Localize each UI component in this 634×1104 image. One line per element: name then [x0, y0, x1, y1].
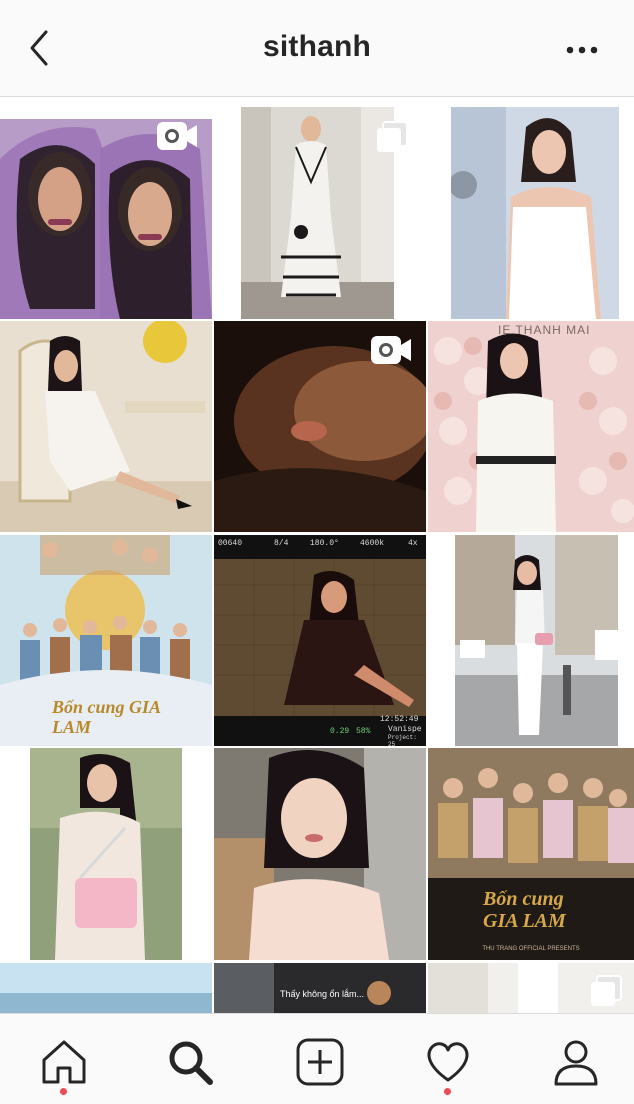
post-tile-2[interactable]: [241, 107, 394, 319]
posts-grid[interactable]: IE THANH MAI Bốn cung GIA LAM 00640 8/4 …: [0, 107, 634, 1013]
camera-hud-top: 00640 8/4 180.0° 4600k 4x: [218, 539, 422, 553]
person-icon[interactable]: [546, 1032, 606, 1092]
post-image: [0, 321, 212, 532]
post-tile-10[interactable]: [30, 748, 182, 960]
post-image: [241, 107, 394, 319]
carousel-icon: [377, 121, 408, 152]
heart-icon[interactable]: [418, 1032, 478, 1092]
more-horizontal-icon[interactable]: [562, 40, 602, 60]
hud-value: Project: 25: [388, 734, 417, 746]
post-tile-11[interactable]: [214, 748, 426, 960]
post-image: [428, 321, 634, 532]
activity-notification-dot: [444, 1088, 451, 1095]
hud-value: Vanispe: [388, 725, 422, 734]
camera-hud-bottom: 0.29 58% 12:52:49 Vanispe Project: 25: [218, 715, 424, 746]
plus-square-icon[interactable]: [290, 1032, 350, 1092]
home-notification-dot: [60, 1088, 67, 1095]
bottom-tab-bar: [0, 1013, 634, 1104]
hud-value: 180.0°: [310, 539, 339, 548]
home-icon[interactable]: [34, 1032, 94, 1092]
profile-header: sithanh: [0, 0, 634, 97]
post-tile-14[interactable]: Thấy không ổn lắm...: [214, 963, 426, 1013]
overlay-text: Bốn cung GIA LAM: [52, 697, 161, 737]
post-image: [455, 535, 618, 746]
post-image: [0, 963, 212, 1013]
hud-value: 58%: [356, 727, 371, 736]
hud-value: 4600k: [360, 539, 385, 548]
hud-value: 8/4: [274, 539, 289, 548]
post-tile-13[interactable]: [0, 963, 212, 1013]
header-divider: [0, 97, 634, 107]
hud-value: 00640: [218, 539, 243, 548]
search-icon[interactable]: [160, 1032, 220, 1092]
post-tile-3[interactable]: [451, 107, 619, 319]
hud-value: 12:52:49: [380, 715, 419, 724]
post-tile-8[interactable]: 00640 8/4 180.0° 4600k 4x 0.29 58% 12:52…: [214, 535, 426, 746]
post-tile-12[interactable]: Bốn cung GIA LAM THU TRANG OFFICIAL PRES…: [428, 748, 634, 960]
hud-value: 4x: [408, 539, 418, 548]
overlay-text: Bốn cung GIA LAM: [483, 888, 566, 932]
video-icon: [157, 122, 197, 150]
post-tile-7[interactable]: Bốn cung GIA LAM: [0, 535, 212, 746]
hud-value: 0.29: [330, 727, 350, 736]
post-tile-4[interactable]: [0, 321, 212, 532]
post-image: [214, 963, 426, 1013]
caption-text: THU TRANG OFFICIAL PRESENTS: [482, 946, 580, 952]
post-tile-6[interactable]: IE THANH MAI: [428, 321, 634, 532]
post-tile-9[interactable]: [455, 535, 618, 746]
overlay-text: IE THANH MAI: [498, 323, 591, 337]
post-image: [214, 748, 426, 960]
post-image: [30, 748, 182, 960]
carousel-icon: [591, 975, 622, 1006]
overlay-text: Thấy không ổn lắm...: [280, 989, 365, 999]
page-title: sithanh: [262, 30, 372, 63]
post-image: [451, 107, 619, 319]
video-icon: [371, 336, 411, 364]
